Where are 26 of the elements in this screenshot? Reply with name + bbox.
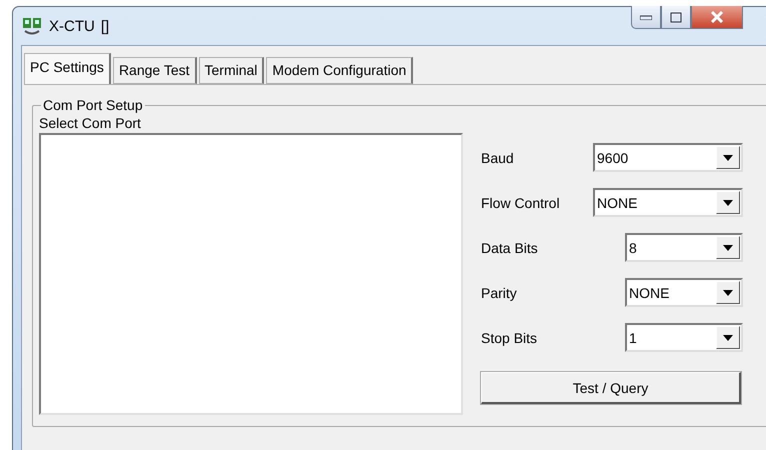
close-icon (710, 11, 724, 23)
dropdown[interactable]: 9600 (593, 143, 743, 172)
dropdown[interactable]: NONE (593, 188, 743, 217)
title-suffix: [] (100, 18, 110, 34)
app-icon (21, 15, 43, 37)
dropdown[interactable]: 1 (625, 323, 743, 352)
tab[interactable]: Range Test (112, 57, 197, 84)
window-title: X-CTU (49, 18, 95, 34)
tab[interactable]: Terminal (198, 57, 264, 84)
dropdown[interactable]: 8 (625, 233, 743, 262)
setting-label: Flow Control (481, 194, 560, 210)
group-title: Com Port Setup (42, 97, 144, 113)
setting-label: Baud (481, 150, 514, 166)
test-query-button[interactable]: Test / Query (481, 372, 741, 404)
close-button[interactable] (691, 6, 743, 29)
dropdown[interactable]: NONE (625, 278, 743, 307)
minimize-button[interactable] (631, 6, 661, 29)
list-label: Select Com Port (39, 115, 142, 131)
maximize-icon (670, 12, 682, 22)
setting-label: Stop Bits (481, 330, 538, 346)
minimize-icon (640, 14, 652, 20)
tab[interactable]: PC Settings (24, 53, 111, 84)
tab[interactable]: Modem Configuration (266, 57, 414, 84)
maximize-button[interactable] (661, 6, 691, 29)
setting-label: Parity (481, 284, 517, 300)
setting-label: Data Bits (481, 240, 538, 256)
